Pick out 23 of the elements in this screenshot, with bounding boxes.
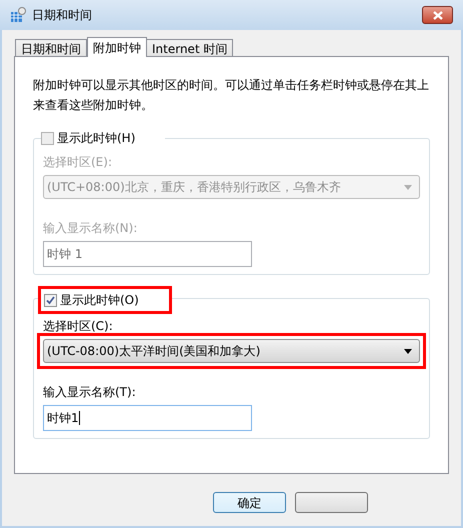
window-title: 日期和时间 [32, 7, 92, 24]
ok-button[interactable]: 确定 [213, 492, 286, 513]
close-icon [432, 10, 442, 20]
field-label: 选择时区(E): [43, 154, 113, 171]
caret-icon [404, 184, 412, 190]
tab[interactable]: 附加时钟 [87, 37, 147, 57]
checkbox-label: 显示此时钟(O) [60, 292, 139, 309]
field-label: 输入显示名称(T): [43, 384, 137, 401]
close-button[interactable] [422, 6, 453, 24]
field-label: 输入显示名称(N): [43, 220, 138, 237]
timezone-dropdown[interactable]: (UTC-08:00)太平洋时间(美国和加拿大) [43, 339, 420, 363]
calendar-clock-icon [10, 7, 26, 23]
check-icon [46, 296, 55, 304]
tab[interactable]: Internet 时间 [146, 39, 234, 56]
checkbox-label: 显示此时钟(H) [57, 130, 136, 147]
checkbox[interactable] [44, 294, 57, 306]
description-text: 附加时钟可以显示其他时区的时间。可以通过单击任务栏时钟或悬停在其上来查看这些附加时钟。 [33, 77, 430, 114]
dialog-button[interactable] [295, 492, 368, 513]
field-label: 选择时区(C): [43, 318, 114, 335]
name-input[interactable]: 时钟1 [43, 405, 252, 431]
text-cursor [78, 411, 80, 425]
caret-icon [404, 348, 412, 354]
tab[interactable]: 日期和时间 [15, 39, 87, 56]
